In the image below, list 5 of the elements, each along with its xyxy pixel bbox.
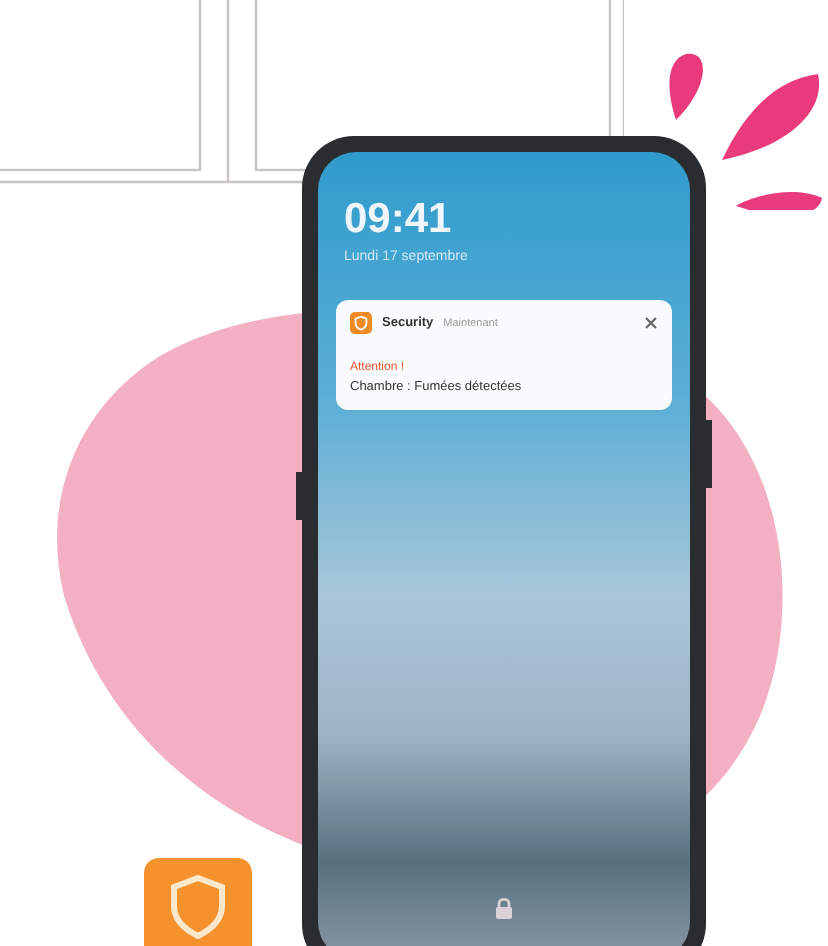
shield-app-icon [350, 312, 372, 334]
close-icon[interactable] [644, 316, 658, 330]
shield-app-icon [144, 858, 252, 946]
clock-time: 09:41 [342, 196, 454, 244]
lock-icon [494, 896, 514, 920]
